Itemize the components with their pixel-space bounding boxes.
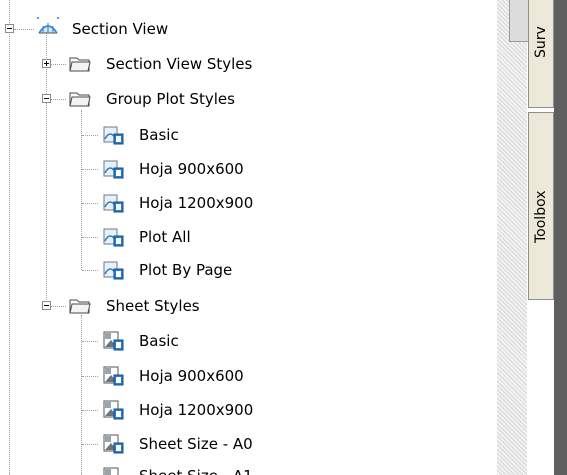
group-plot-style-icon [103,261,124,280]
group-plot-style-icon [103,194,124,213]
tree-connector [82,444,98,445]
scroll-block[interactable] [509,0,529,42]
folder-icon [69,92,91,107]
tree-node-label: Section View Styles [106,55,253,73]
sheet-style-icon [103,434,124,454]
sheet-style-icon [103,400,124,420]
tree-connector [82,410,98,411]
group-plot-style-icon [103,160,124,179]
tree-node-label: Basic [139,126,179,144]
sheet-style-icon [103,467,119,475]
tree-connector [50,64,66,65]
tree-node-label: Plot All [139,228,191,246]
tree-node-label: Hoja 1200x900 [139,401,254,419]
tab-label: Toolbox [533,190,549,244]
tree-node-label: Hoja 1200x900 [139,194,254,212]
folder-icon [69,57,91,72]
tree-connector [82,135,98,136]
tree-guide [9,0,10,475]
tree-connector [82,169,98,170]
tree-node-label: Hoja 900x600 [139,367,244,385]
group-plot-style-icon [103,126,124,145]
tree-connector [50,306,66,307]
collapse-toggle[interactable] [42,301,51,310]
tree-node-label: Sheet Styles [106,297,200,315]
tree-node-label: Sheet Size - A0 [139,435,253,453]
tree-node-label: Plot By Page [139,261,233,279]
tree-guide [46,30,47,310]
collapse-toggle[interactable] [42,94,51,103]
tree-connector [82,341,98,342]
tab-survey[interactable]: Surv [528,0,554,108]
tree-guide [81,315,82,475]
tree-connector [82,237,98,238]
tree-connector [50,99,66,100]
section-view-icon [37,17,59,34]
splitter-hatch[interactable] [497,0,527,475]
tree-node-label: Sheet Size - A1 [139,466,253,475]
collapse-toggle[interactable] [5,24,14,33]
side-tab-strip: Surv Toolbox [497,0,567,475]
tree-connector [82,376,98,377]
tree-connector [82,270,98,271]
tree-node-label: Hoja 900x600 [139,160,244,178]
dark-panel-edge [554,0,567,475]
group-plot-style-icon [103,228,124,247]
tree-connector [14,29,34,30]
sheet-style-icon [103,331,124,351]
expand-toggle[interactable] [42,59,51,68]
folder-icon [69,299,91,314]
tree-connector [82,203,98,204]
tree-guide [81,110,82,270]
prospector-tree: Section View Section View Styles Group P… [0,0,497,475]
tree-node-label: Basic [139,332,179,350]
tree-node-label: Group Plot Styles [106,90,235,108]
tree-node-label: Section View [72,20,169,38]
tab-label: Surv [533,26,549,58]
tab-toolbox[interactable]: Toolbox [528,112,554,300]
sheet-style-icon [103,366,124,386]
